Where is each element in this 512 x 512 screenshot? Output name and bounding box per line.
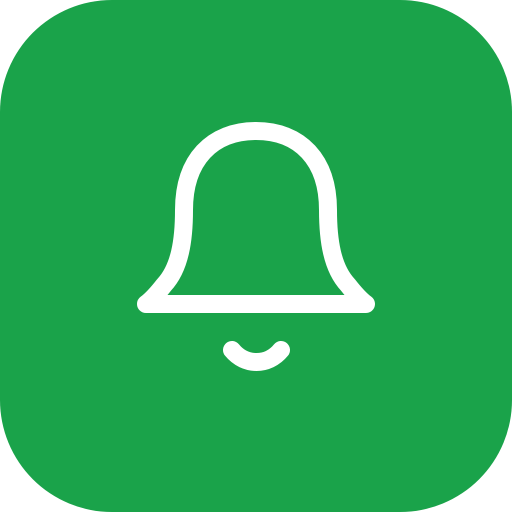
bell-body <box>137 122 375 313</box>
bell-clapper <box>223 341 290 371</box>
notification-app-icon[interactable] <box>0 0 512 512</box>
bell-icon <box>137 122 375 371</box>
